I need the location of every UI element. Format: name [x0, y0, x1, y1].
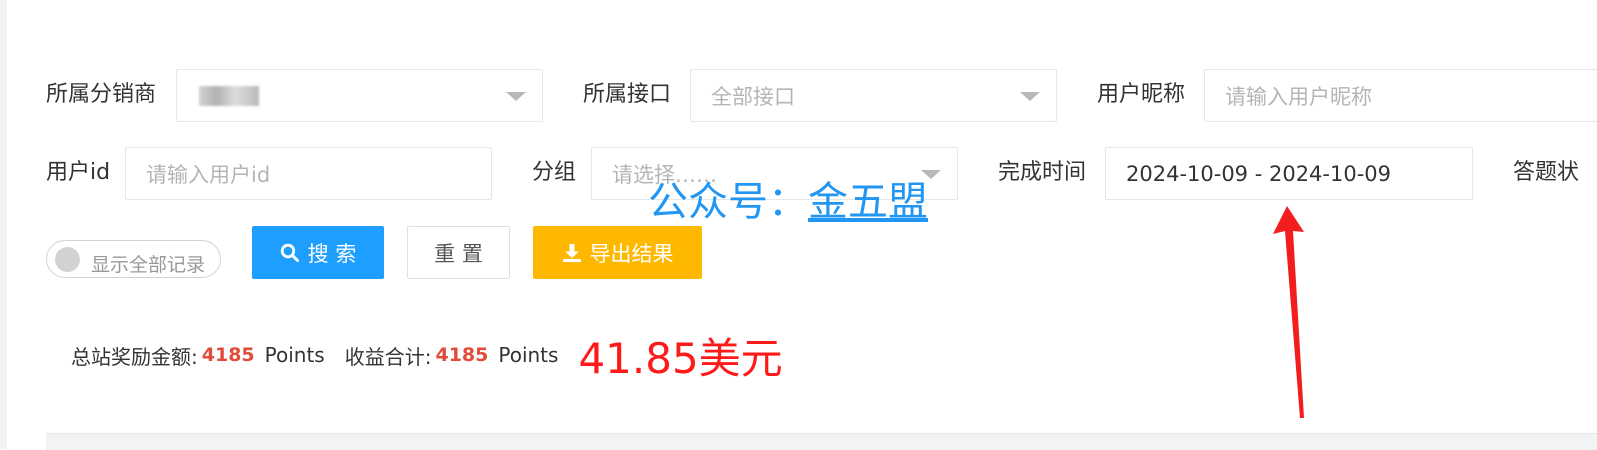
annotation-arrow-icon: [1273, 206, 1304, 418]
table-top-divider: [46, 433, 1597, 450]
